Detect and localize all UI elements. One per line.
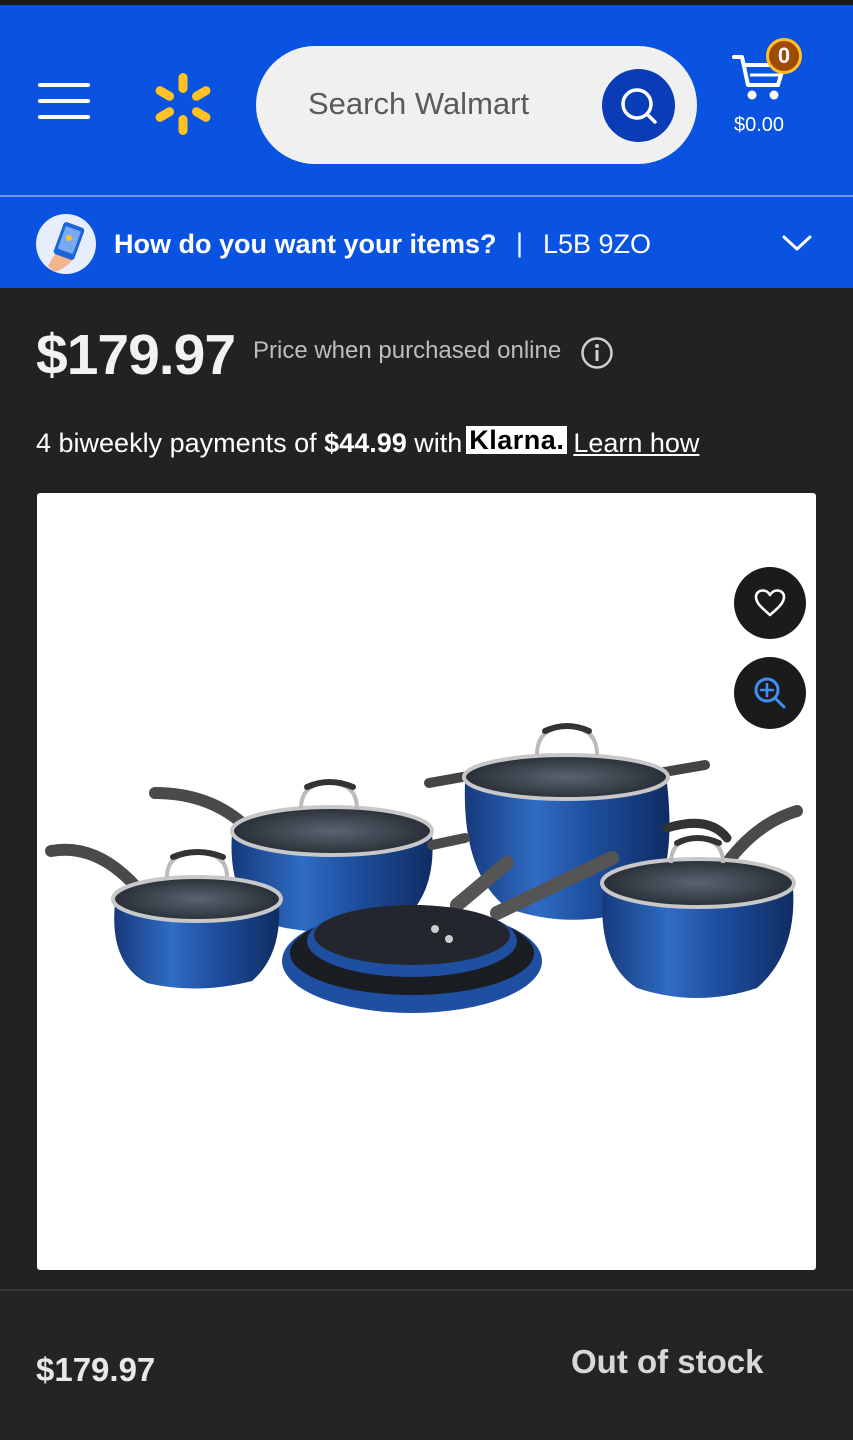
cart-count-badge: 0 (766, 38, 802, 74)
zoom-button[interactable] (734, 657, 806, 729)
delivery-question: How do you want your items? (114, 229, 497, 259)
cookware-set-image (45, 723, 803, 1013)
search-input[interactable] (308, 76, 588, 132)
cart-button[interactable]: 0 $0.00 (726, 35, 816, 145)
price-note: Price when purchased online (253, 337, 562, 364)
bottom-price: $179.97 (36, 1351, 156, 1388)
klarna-payment-line: 4 biweekly payments of $44.99 with Klarna… (36, 426, 699, 459)
heart-icon (754, 589, 786, 617)
hamburger-icon (38, 83, 90, 87)
search-button[interactable] (602, 69, 675, 142)
delivery-selector[interactable]: How do you want your items? | L5B 9ZO (0, 197, 853, 288)
info-icon[interactable] (580, 336, 614, 370)
learn-how-link[interactable]: Learn how (573, 428, 699, 458)
search-icon (620, 87, 657, 124)
postal-code: L5B 9ZO (543, 229, 652, 259)
chevron-down-icon (782, 235, 812, 251)
bottom-action-bar: $179.97 Out of stock (0, 1289, 853, 1440)
favorite-button[interactable] (734, 567, 806, 639)
product-price: $179.97 (36, 323, 236, 387)
delivery-phone-icon (36, 214, 96, 274)
klarna-amount: $44.99 (324, 428, 407, 458)
klarna-with: with (414, 428, 463, 458)
zoom-in-icon (754, 677, 786, 709)
menu-button[interactable] (38, 83, 90, 123)
klarna-prefix: 4 biweekly payments of (36, 428, 317, 458)
klarna-logo: Klarna. (466, 426, 568, 454)
cart-total: $0.00 (734, 114, 785, 136)
header: 0 $0.00 (0, 5, 853, 195)
delivery-separator: | (516, 228, 524, 258)
product-image[interactable] (37, 493, 816, 1270)
walmart-spark-icon[interactable] (150, 71, 216, 137)
stock-status: Out of stock (571, 1343, 764, 1380)
search-bar (256, 46, 697, 164)
